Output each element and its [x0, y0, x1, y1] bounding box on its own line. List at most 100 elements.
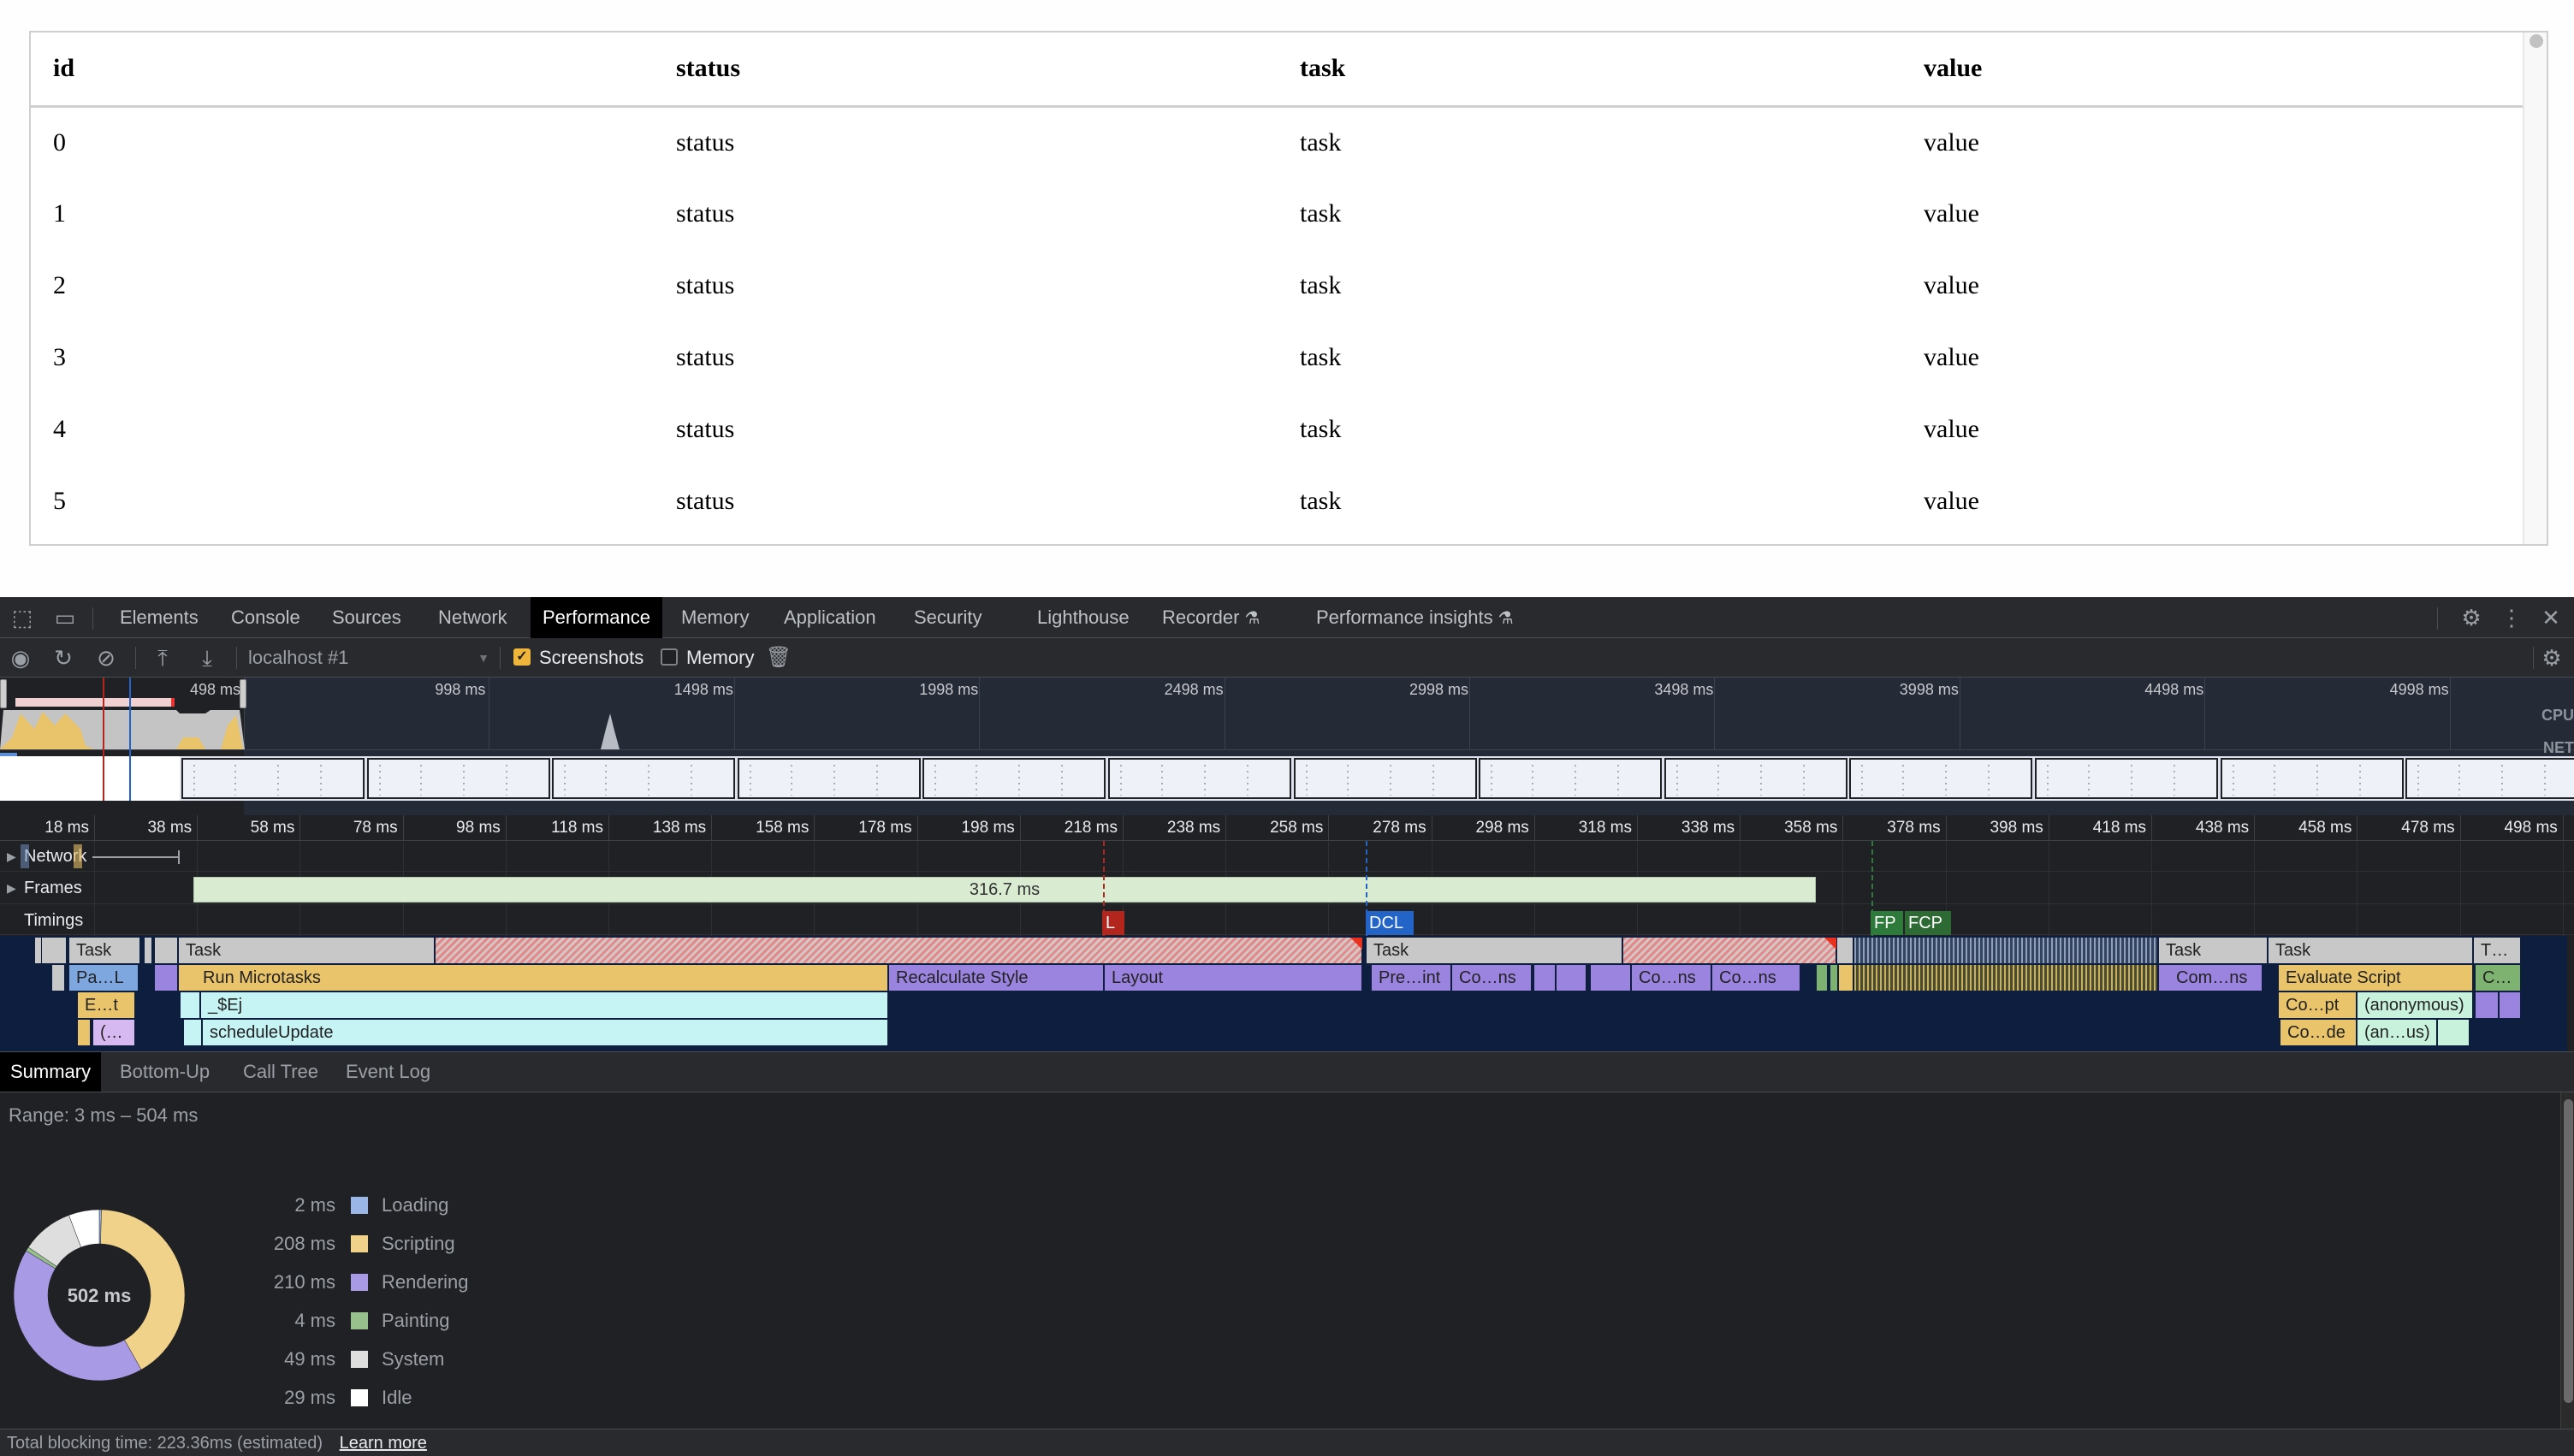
timeline-overview[interactable]: 498 ms 998 ms 1498 ms 1998 ms 2498 ms 2998 ms… [0, 678, 2574, 815]
flame-rendering-event[interactable] [1556, 965, 1587, 991]
long-task-overflow[interactable] [1622, 938, 1836, 963]
flame-anonymous[interactable]: (an…us) [2357, 1020, 2437, 1045]
flame-compile-code[interactable]: Co…de [2280, 1020, 2357, 1045]
details-tab-summary[interactable]: Summary [0, 1052, 102, 1092]
screenshot-thumbnail[interactable] [1293, 758, 1477, 799]
flame-function-schedule-update[interactable]: scheduleUpdate [202, 1020, 888, 1045]
inspect-element-icon[interactable]: ⬚ [7, 597, 38, 638]
network-track[interactable]: ▶ Network [0, 841, 2574, 872]
many-short-scripts[interactable] [1853, 965, 2158, 991]
reload-record-button[interactable]: ↻ [48, 638, 79, 678]
flame-event-handler[interactable]: E…t [77, 992, 135, 1018]
screenshot-thumbnail[interactable] [2035, 758, 2218, 799]
tab-recorder[interactable]: Recorder ⚗ [1150, 597, 1272, 638]
flame-rendering-event[interactable] [2499, 992, 2521, 1018]
screenshot-thumbnail[interactable] [2405, 758, 2574, 799]
settings-gear-icon[interactable]: ⚙ [2458, 597, 2485, 638]
flame-paint[interactable]: C… [2475, 965, 2521, 991]
tab-sources[interactable]: Sources [320, 597, 413, 638]
device-toolbar-icon[interactable]: ▭ [50, 597, 80, 638]
screenshot-thumbnail[interactable] [1849, 758, 2033, 799]
tab-console[interactable]: Console [219, 597, 312, 638]
flame-evaluate-script[interactable]: Evaluate Script [2278, 965, 2473, 991]
flame-function-sej[interactable]: _$Ej [200, 992, 888, 1018]
many-short-tasks[interactable] [1853, 938, 2158, 963]
screenshot-thumbnail[interactable] [366, 758, 550, 799]
screenshot-thumbnail[interactable] [737, 758, 921, 799]
screenshot-thumbnail[interactable] [181, 758, 365, 799]
profile-select[interactable]: localhost #1 ▼ [248, 645, 489, 671]
flame-anonymous[interactable]: (anonymous) [2357, 992, 2473, 1018]
timing-marker-l[interactable]: L [1102, 911, 1124, 935]
timing-marker-fcp[interactable]: FCP [1905, 911, 1951, 935]
flame-rendering-event[interactable] [2475, 992, 2499, 1018]
screenshot-thumbnail[interactable] [2220, 758, 2404, 799]
flame-commit[interactable]: Co…ns [1631, 965, 1711, 991]
table-scrollbar-thumb[interactable] [2530, 34, 2543, 48]
table-scrollbar[interactable] [2523, 33, 2547, 544]
more-options-icon[interactable]: ⋮ [2500, 597, 2523, 638]
flame-task[interactable]: Task [68, 938, 140, 963]
flame-task[interactable] [1836, 938, 1853, 963]
tab-network[interactable]: Network [426, 597, 519, 638]
overview-right-handle[interactable] [240, 679, 246, 708]
screenshot-thumbnail[interactable] [922, 758, 1106, 799]
record-button[interactable]: ◉ [5, 638, 36, 678]
tab-performance-insights[interactable]: Performance insights ⚗ [1304, 597, 1526, 638]
expand-arrow-icon[interactable]: ▶ [7, 849, 16, 864]
flame-script[interactable] [77, 1020, 91, 1045]
frame-bar[interactable]: 316.7 ms [193, 877, 1816, 903]
flame-run-microtasks[interactable]: Run Microtasks [178, 965, 888, 991]
flame-task[interactable]: T… [2473, 938, 2521, 963]
flame-task[interactable] [41, 938, 67, 963]
long-task-overflow[interactable] [435, 938, 1362, 963]
summary-scrollbar[interactable] [2560, 1092, 2574, 1429]
details-tab-bottom-up[interactable]: Bottom-Up [110, 1052, 220, 1092]
flame-task[interactable] [144, 938, 152, 963]
download-profile-button[interactable]: ⤓ [192, 638, 222, 678]
flame-task[interactable]: Task [2158, 938, 2268, 963]
flame-rendering-event[interactable] [1590, 965, 1631, 991]
flame-prepaint[interactable]: Pre…int [1371, 965, 1451, 991]
flame-script[interactable] [1838, 965, 1853, 991]
flame-commit[interactable]: Co…ns [1711, 965, 1800, 991]
timing-marker-dcl[interactable]: DCL [1366, 911, 1414, 935]
flame-compile-script[interactable]: Co…pt [2278, 992, 2357, 1018]
screenshots-filmstrip[interactable] [0, 756, 2574, 801]
flame-commit[interactable]: Com…ns [2158, 965, 2263, 991]
upload-profile-button[interactable]: ⤒ [147, 638, 178, 678]
tab-memory[interactable]: Memory [669, 597, 761, 638]
frames-track[interactable]: ▶ Frames 316.7 ms [0, 872, 2574, 904]
flame-rendering-event[interactable] [1533, 965, 1556, 991]
tab-lighthouse[interactable]: Lighthouse [1025, 597, 1142, 638]
summary-scrollbar-thumb[interactable] [2564, 1099, 2573, 1403]
details-tab-event-log[interactable]: Event Log [335, 1052, 441, 1092]
capture-settings-gear-icon[interactable]: ⚙ [2536, 638, 2567, 678]
flame-paint[interactable] [1816, 965, 1828, 991]
details-tab-call-tree[interactable]: Call Tree [233, 1052, 329, 1092]
learn-more-link[interactable]: Learn more [340, 1434, 427, 1453]
expand-arrow-icon[interactable]: ▶ [7, 881, 16, 896]
tab-elements[interactable]: Elements [108, 597, 211, 638]
clear-button[interactable]: ⊘ [91, 638, 122, 678]
memory-checkbox[interactable] [661, 648, 678, 666]
tab-security[interactable]: Security [902, 597, 993, 638]
screenshots-checkbox[interactable]: ✓ [513, 648, 531, 666]
flame-task[interactable]: Task [178, 938, 435, 963]
flame-task[interactable]: Task [2268, 938, 2473, 963]
flame-function[interactable] [2437, 1020, 2470, 1045]
flame-paint[interactable] [1830, 965, 1838, 991]
screenshot-thumbnail[interactable] [552, 758, 736, 799]
tab-application[interactable]: Application [772, 597, 888, 638]
screenshot-thumbnail[interactable] [1664, 758, 1847, 799]
timing-marker-fp[interactable]: FP [1871, 911, 1903, 935]
flame-parse-html[interactable]: Pa…L [68, 965, 139, 991]
main-thread-flame-chart[interactable]: Task Task Task Task Task T… Pa…L Run Mic… [0, 936, 2567, 1051]
screenshot-thumbnail[interactable] [1479, 758, 1663, 799]
flame-layout[interactable]: Layout [1104, 965, 1362, 991]
flame-rendering-event[interactable] [154, 965, 178, 991]
flame-function[interactable] [183, 1020, 202, 1045]
flame-recalculate-style[interactable]: Recalculate Style [888, 965, 1104, 991]
flame-function[interactable]: (… [92, 1020, 135, 1045]
flame-task[interactable]: Task [1366, 938, 1622, 963]
